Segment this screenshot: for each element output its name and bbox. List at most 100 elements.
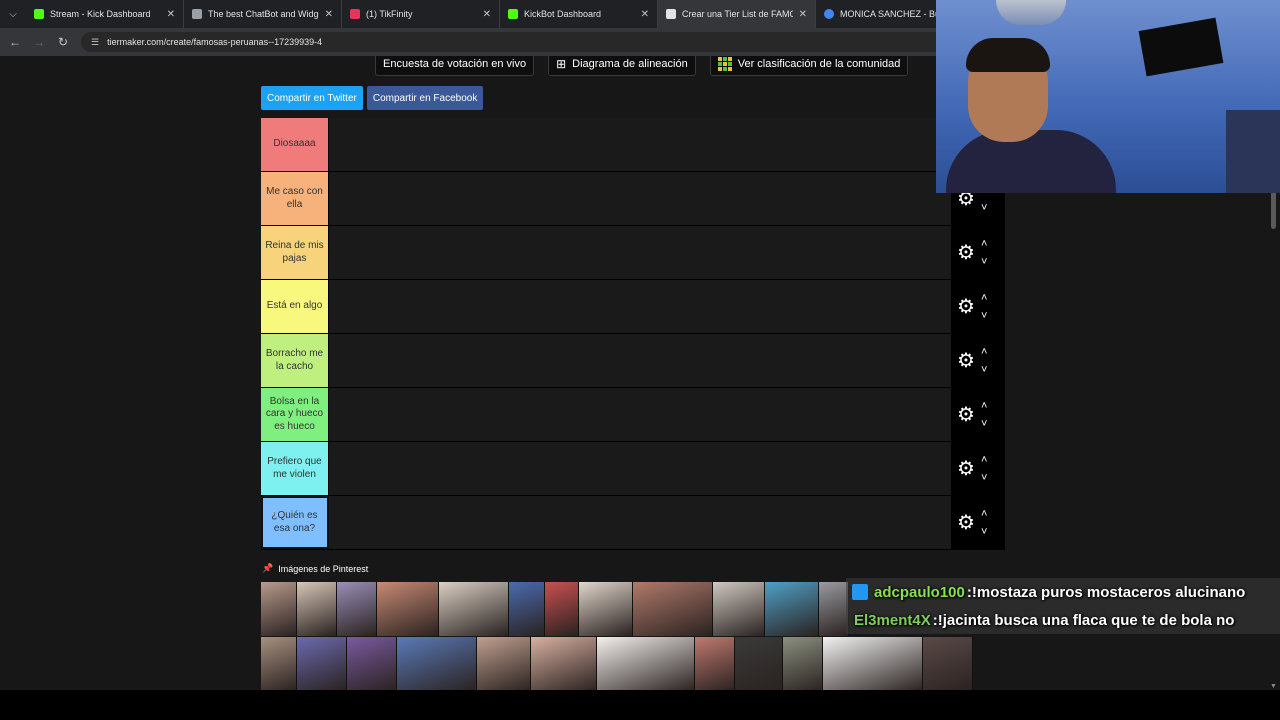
- tier-image-thumbnail[interactable]: [297, 637, 347, 690]
- tier-image-thumbnail[interactable]: [397, 637, 477, 690]
- gear-icon[interactable]: ⚙: [953, 348, 979, 373]
- tier-image-thumbnail[interactable]: [735, 637, 783, 690]
- chevron-up-icon[interactable]: ˄: [981, 289, 987, 307]
- tier-drop-zone[interactable]: [329, 496, 951, 549]
- tier-image-thumbnail[interactable]: [633, 582, 713, 636]
- community-rank-button[interactable]: Ver clasificación de la comunidad: [709, 56, 909, 76]
- chat-username: El3ment4X: [854, 611, 931, 629]
- close-icon[interactable]: ✕: [483, 9, 491, 20]
- gear-icon[interactable]: ⚙: [953, 402, 979, 427]
- tier-image-thumbnail[interactable]: [765, 582, 819, 636]
- tier-image-thumbnail[interactable]: [477, 637, 531, 690]
- chevron-down-icon[interactable]: ˅: [981, 307, 987, 325]
- close-icon[interactable]: ✕: [167, 9, 175, 20]
- tier-label[interactable]: Bolsa en la cara y hueco es hueco: [261, 388, 329, 441]
- tier-label[interactable]: Está en algo: [261, 280, 329, 333]
- tier-drop-zone[interactable]: [329, 280, 951, 333]
- tier-image-thumbnail[interactable]: [545, 582, 579, 636]
- tab-tiermaker[interactable]: Crear una Tier List de FAMOSAS ✕: [658, 0, 816, 28]
- tier-image-thumbnail[interactable]: [923, 637, 973, 690]
- chevron-up-icon[interactable]: ˄: [981, 397, 987, 415]
- tier-image-thumbnail[interactable]: [579, 582, 633, 636]
- chevron-down-icon[interactable]: ˅: [981, 361, 987, 379]
- tier-drop-zone[interactable]: [329, 388, 951, 441]
- tier-image-thumbnail[interactable]: [337, 582, 377, 636]
- chevron-up-icon[interactable]: ˄: [981, 505, 987, 523]
- tier-image-thumbnail[interactable]: [819, 582, 849, 636]
- tier-image-thumbnail[interactable]: [297, 582, 337, 636]
- tab-kick-dashboard[interactable]: Stream - Kick Dashboard ✕: [26, 0, 184, 28]
- tab-title: (1) TikFinity: [366, 9, 413, 19]
- tier-image-thumbnail[interactable]: [597, 637, 695, 690]
- tier-image-thumbnail[interactable]: [377, 582, 439, 636]
- tab-title: The best ChatBot and Widgets: [208, 9, 319, 19]
- tier-label[interactable]: Diosaaaa: [261, 118, 329, 171]
- tier-image-thumbnail[interactable]: [531, 637, 597, 690]
- tier-drop-zone[interactable]: [329, 172, 951, 225]
- scroll-down-arrow-icon[interactable]: ▼: [1270, 683, 1277, 690]
- tier-image-thumbnail[interactable]: [509, 582, 545, 636]
- chevron-down-icon[interactable]: ˅: [981, 253, 987, 271]
- close-icon[interactable]: ✕: [325, 9, 333, 20]
- chevron-down-icon[interactable]: ˅: [981, 523, 987, 541]
- tier-drop-zone[interactable]: [329, 118, 951, 171]
- tab-google-search[interactable]: MONICA SANCHEZ - Busca: [816, 0, 946, 28]
- tier-row: Borracho me la cacho ⚙ ˄ ˅: [261, 334, 1005, 388]
- tier-list: Diosaaaa⚙˄˅Me caso con ella⚙˄˅Reina de m…: [261, 118, 1005, 550]
- tab-kickbot-dashboard[interactable]: KickBot Dashboard ✕: [500, 0, 658, 28]
- alignment-chart-button[interactable]: ⊞ Diagrama de alineación: [548, 56, 696, 76]
- tier-drop-zone[interactable]: [329, 226, 951, 279]
- gear-icon[interactable]: ⚙: [953, 294, 979, 319]
- chevron-up-icon[interactable]: ˄: [981, 235, 987, 253]
- forward-arrow-icon[interactable]: →: [27, 35, 51, 49]
- tier-image-thumbnail[interactable]: [695, 637, 735, 690]
- gear-icon[interactable]: ⚙: [953, 240, 979, 265]
- kick-badge-icon: [852, 584, 868, 600]
- tab-title: Crear una Tier List de FAMOSAS: [682, 9, 793, 19]
- kick-favicon-icon: [34, 9, 44, 19]
- back-arrow-icon[interactable]: ←: [3, 35, 27, 49]
- tab-chatbot-widgets[interactable]: The best ChatBot and Widgets ✕: [184, 0, 342, 28]
- share-facebook-button[interactable]: Compartir en Facebook: [366, 86, 484, 110]
- tier-label[interactable]: Me caso con ella: [261, 172, 329, 225]
- tier-label[interactable]: Prefiero que me violen: [261, 442, 329, 495]
- tier-image-thumbnail[interactable]: [439, 582, 509, 636]
- site-info-icon[interactable]: ☰: [91, 37, 99, 48]
- tier-controls: ⚙˄˅: [951, 496, 1005, 549]
- tab-title: MONICA SANCHEZ - Busca: [840, 9, 937, 19]
- tab-search-icon[interactable]: ⌵: [0, 0, 26, 28]
- chevron-down-icon[interactable]: ˅: [981, 415, 987, 433]
- chevron-down-icon[interactable]: ˅: [981, 469, 987, 487]
- tab-title: KickBot Dashboard: [524, 9, 602, 19]
- alignment-chart-label: Diagrama de alineación: [572, 58, 688, 70]
- tier-drop-zone[interactable]: [329, 442, 951, 495]
- tier-label[interactable]: Borracho me la cacho: [261, 334, 329, 387]
- tier-drop-zone[interactable]: [329, 334, 951, 387]
- close-icon[interactable]: ✕: [799, 9, 807, 20]
- close-icon[interactable]: ✕: [641, 9, 649, 20]
- tier-controls: ⚙˄˅: [951, 226, 1005, 279]
- gear-icon[interactable]: ⚙: [953, 456, 979, 481]
- tier-row: Reina de mis pajas ⚙ ˄ ˅: [261, 226, 1005, 280]
- tier-image-thumbnail[interactable]: [261, 582, 297, 636]
- chevron-down-icon[interactable]: ˅: [981, 199, 987, 217]
- gear-icon[interactable]: ⚙: [953, 510, 979, 535]
- webcam-overlay: [936, 0, 1280, 193]
- tier-image-thumbnail[interactable]: [823, 637, 923, 690]
- reload-icon[interactable]: ↻: [51, 35, 75, 49]
- tier-label[interactable]: ¿Quién es esa ona?: [261, 496, 329, 549]
- tier-label[interactable]: Reina de mis pajas: [261, 226, 329, 279]
- tier-controls: ⚙˄˅: [951, 388, 1005, 441]
- tier-image-thumbnail[interactable]: [347, 637, 397, 690]
- tab-tikfinity[interactable]: (1) TikFinity ✕: [342, 0, 500, 28]
- share-twitter-button[interactable]: Compartir en Twitter: [261, 86, 363, 110]
- chevron-up-icon[interactable]: ˄: [981, 451, 987, 469]
- address-bar[interactable]: ☰ tiermaker.com/create/famosas-peruanas-…: [81, 32, 981, 52]
- live-vote-button[interactable]: Encuesta de votación en vivo: [375, 56, 535, 76]
- tier-image-thumbnail[interactable]: [713, 582, 765, 636]
- tab-title: Stream - Kick Dashboard: [50, 9, 151, 19]
- shelf: [1226, 110, 1280, 193]
- tier-image-thumbnail[interactable]: [261, 637, 297, 690]
- tier-image-thumbnail[interactable]: [783, 637, 823, 690]
- chevron-up-icon[interactable]: ˄: [981, 343, 987, 361]
